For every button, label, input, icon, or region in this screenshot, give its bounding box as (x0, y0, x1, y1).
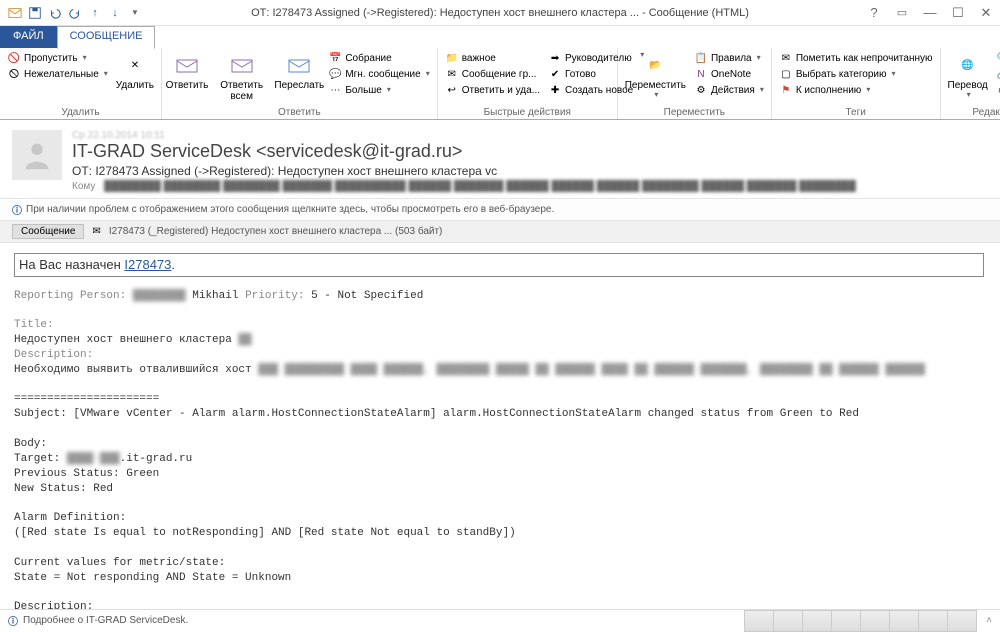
people-pane-tray[interactable] (745, 610, 977, 632)
forward-button[interactable]: Переслать (275, 50, 323, 92)
window-title: ОТ: I278473 Assigned (->Registered): Нед… (251, 7, 749, 19)
tab-file[interactable]: ФАЙЛ (0, 26, 57, 48)
prev-icon[interactable]: ↑ (86, 4, 104, 22)
categorize-button[interactable]: ▢Выбрать категорию▾ (776, 66, 936, 82)
attachment-item[interactable]: I278473 (_Registered) Недоступен хост вн… (109, 226, 443, 237)
sent-date: Ср 22.10.2014 10:11 (72, 130, 988, 141)
people-thumb[interactable] (744, 610, 774, 632)
ribbon-group-delete: 🚫Пропустить▾ 🛇Нежелательные▾ ✕Удалить Уд… (0, 48, 162, 119)
reply-icon (173, 51, 201, 79)
status-info-icon: ⓘ (8, 613, 18, 628)
skip-button[interactable]: 🚫Пропустить▾ (4, 50, 111, 66)
ribbon-group-respond: Ответить Ответить всем Переслать 📅Собран… (162, 48, 438, 119)
delete-icon: ✕ (121, 51, 149, 79)
ribbon-group-move: 📂Переместить▾ 📋Правила▾ NOneNote ⚙Действ… (618, 48, 772, 119)
quick-replydel[interactable]: ↩Ответить и уда... (442, 82, 543, 98)
status-text[interactable]: Подробнее о IT-GRAD ServiceDesk. (23, 615, 188, 626)
attach-message-tab[interactable]: Сообщение (12, 224, 84, 239)
window-controls: ? ▭ — ☐ ✕ (860, 3, 1000, 23)
qat-outlook-icon[interactable] (6, 4, 24, 22)
ribbon: 🚫Пропустить▾ 🛇Нежелательные▾ ✕Удалить Уд… (0, 48, 1000, 120)
ribbon-group-edit: 🌐Перевод▾ 🔍Найти 🔗Связанные▾ ▭Выделить▾ … (941, 48, 1000, 119)
translate-icon: 🌐 (954, 51, 982, 79)
people-pane-toggle-icon[interactable]: ˄ (986, 615, 992, 626)
ribbon-toggle-icon[interactable]: ▭ (888, 3, 916, 23)
statusbar: ⓘ Подробнее о IT-GRAD ServiceDesk. ˄ (0, 609, 1000, 631)
people-thumb[interactable] (831, 610, 861, 632)
mark-unread-button[interactable]: ✉Пометить как непрочитанную (776, 50, 936, 66)
maximize-icon[interactable]: ☐ (944, 3, 972, 23)
subject-line: ОТ: I278473 Assigned (->Registered): Нед… (72, 164, 988, 178)
assigned-box: На Вас назначен I278473. (14, 253, 984, 277)
people-thumb[interactable] (918, 610, 948, 632)
find-button[interactable]: 🔍Найти (993, 50, 1000, 66)
onenote-button[interactable]: NOneNote (691, 66, 767, 82)
people-thumb[interactable] (802, 610, 832, 632)
redo-icon[interactable] (66, 4, 84, 22)
reply-all-button[interactable]: Ответить всем (210, 50, 273, 103)
from-line: IT-GRAD ServiceDesk <servicedesk@it-grad… (72, 141, 988, 162)
meeting-button[interactable]: 📅Собрание (325, 50, 432, 66)
info-icon: ⓘ (12, 202, 22, 217)
actions-button[interactable]: ⚙Действия▾ (691, 82, 767, 98)
move-icon: 📂 (641, 51, 669, 79)
help-icon[interactable]: ? (860, 3, 888, 23)
reply-button[interactable]: Ответить (166, 50, 208, 92)
attachment-row: Сообщение ✉ I278473 (_Registered) Недост… (0, 221, 1000, 243)
rules-button[interactable]: 📋Правила▾ (691, 50, 767, 66)
im-button[interactable]: 💬Мгн. сообщение▾ (325, 66, 432, 82)
sender-avatar (12, 130, 62, 180)
translate-button[interactable]: 🌐Перевод▾ (945, 50, 991, 101)
next-icon[interactable]: ↓ (106, 4, 124, 22)
move-button[interactable]: 📂Переместить▾ (622, 50, 689, 101)
people-thumb[interactable] (947, 610, 977, 632)
close-icon[interactable]: ✕ (972, 3, 1000, 23)
infobar[interactable]: ⓘ При наличии проблем с отображением это… (0, 199, 1000, 221)
tab-message[interactable]: СООБЩЕНИЕ (57, 26, 156, 49)
people-thumb[interactable] (860, 610, 890, 632)
select-button[interactable]: ▭Выделить▾ (993, 82, 1000, 98)
to-line: Кому ████████ ████████ ████████ ███████ … (72, 181, 988, 192)
message-body: На Вас назначен I278473. Reporting Perso… (0, 243, 1000, 609)
ribbon-group-tags: ✉Пометить как непрочитанную ▢Выбрать кат… (772, 48, 941, 119)
people-thumb[interactable] (889, 610, 919, 632)
quick-important[interactable]: 📁важное (442, 50, 543, 66)
people-thumb[interactable] (773, 610, 803, 632)
ribbon-group-quick: 📁важное ✉Сообщение гр... ↩Ответить и уда… (438, 48, 618, 119)
forward-icon (285, 51, 313, 79)
delete-button[interactable]: ✕Удалить (113, 50, 157, 92)
save-icon[interactable] (26, 4, 44, 22)
related-button[interactable]: 🔗Связанные▾ (993, 66, 1000, 82)
titlebar: ↑ ↓ ▼ ОТ: I278473 Assigned (->Registered… (0, 0, 1000, 26)
undo-icon[interactable] (46, 4, 64, 22)
message-header: Ср 22.10.2014 10:11 IT-GRAD ServiceDesk … (0, 120, 1000, 199)
ribbon-tabs: ФАЙЛ СООБЩЕНИЕ (0, 26, 1000, 48)
attach-icon: ✉ (92, 226, 100, 237)
junk-button[interactable]: 🛇Нежелательные▾ (4, 66, 111, 82)
more-respond-button[interactable]: ⋯Больше▾ (325, 82, 432, 98)
incident-link[interactable]: I278473 (124, 257, 171, 272)
minimize-icon[interactable]: — (916, 3, 944, 23)
quick-team[interactable]: ✉Сообщение гр... (442, 66, 543, 82)
quick-access-toolbar: ↑ ↓ ▼ (0, 4, 144, 22)
body-pre: Reporting Person: ████████ Mikhail Prior… (14, 289, 986, 609)
reply-all-icon (228, 51, 256, 79)
followup-button[interactable]: ⚑К исполнению▾ (776, 82, 936, 98)
qat-dropdown-icon[interactable]: ▼ (126, 4, 144, 22)
